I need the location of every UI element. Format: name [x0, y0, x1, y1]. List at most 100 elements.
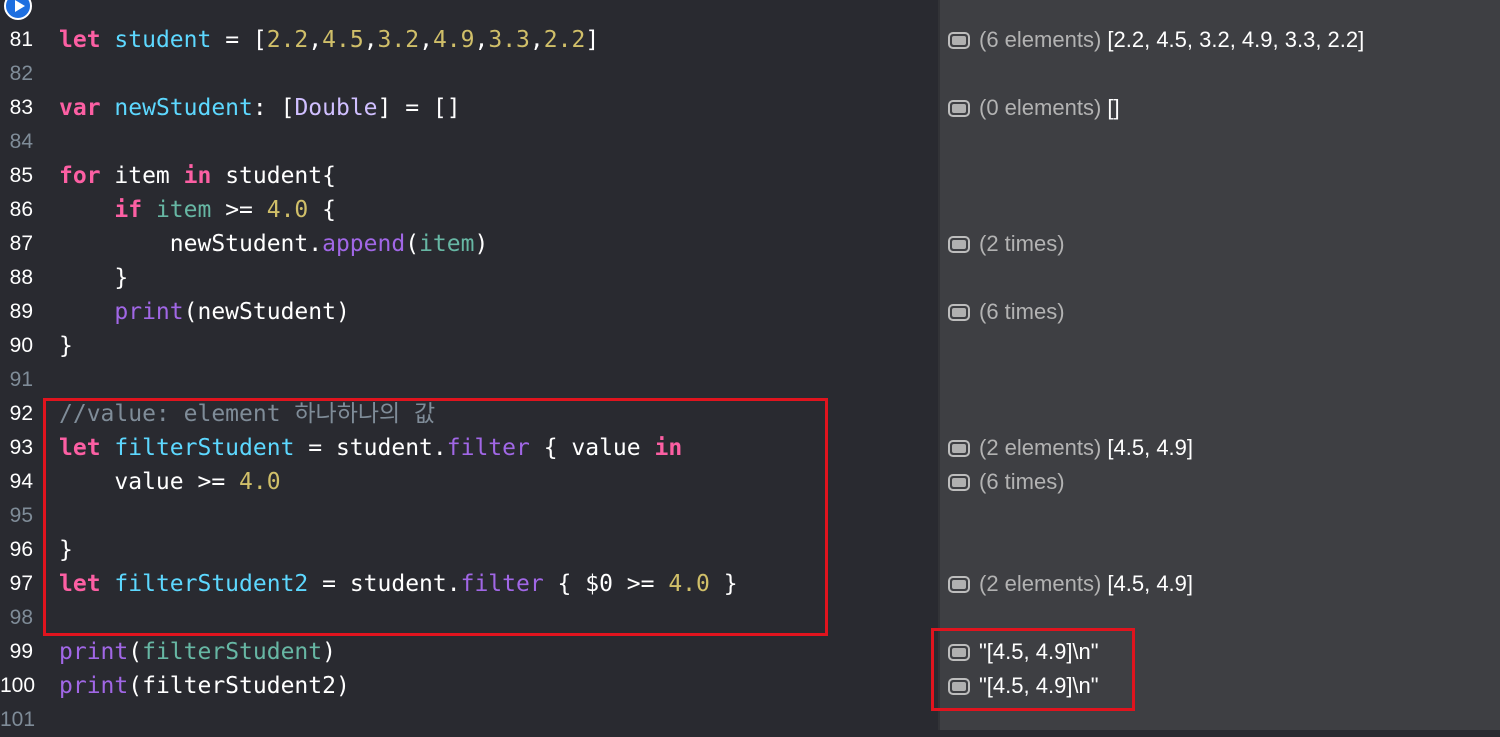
code-text: for item in student{ — [59, 159, 336, 193]
code-token: newStudent — [114, 95, 253, 121]
code-token: ( — [128, 639, 143, 665]
code-token: print — [114, 299, 184, 325]
code-line[interactable]: 91 — [0, 363, 938, 397]
quick-look-icon[interactable] — [948, 439, 970, 457]
line-number: 84 — [9, 130, 33, 153]
code-token: print — [59, 639, 129, 665]
line-number: 93 — [9, 436, 33, 459]
highlight-box-print-results — [931, 628, 1135, 711]
result-item: (0 elements) [] — [948, 91, 1120, 125]
code-token: item — [155, 197, 212, 223]
result-item: (6 elements) [2.2, 4.5, 3.2, 4.9, 3.3, 2… — [948, 23, 1364, 57]
code-text: } — [59, 261, 128, 295]
result-meta: (2 times) — [979, 231, 1065, 256]
code-token: append — [322, 231, 406, 257]
line-number: 100 — [0, 674, 36, 697]
code-token: , — [529, 27, 544, 53]
line-number: 99 — [9, 640, 33, 663]
line-number: 85 — [9, 164, 33, 187]
code-text: let student = [2.2,4.5,3.2,4.9,3.3,2.2] — [59, 23, 599, 57]
code-line[interactable]: 84 — [0, 125, 938, 159]
result-item: (6 times) — [948, 465, 1065, 499]
code-editor[interactable]: 81 let student = [2.2,4.5,3.2,4.9,3.3,2.2… — [0, 0, 938, 731]
code-line[interactable]: 82 — [0, 57, 938, 91]
code-line[interactable]: 99 print(filterStudent) — [0, 635, 938, 669]
code-text: print(filterStudent) — [59, 635, 336, 669]
result-item: (2 elements) [4.5, 4.9] — [948, 567, 1193, 601]
result-meta: (6 times) — [979, 299, 1065, 324]
code-line[interactable]: 83 var newStudent: [Double] = [] — [0, 91, 938, 125]
result-value: [] — [1101, 95, 1120, 120]
code-token: student{ — [211, 163, 336, 189]
code-token: filterStudent — [142, 639, 323, 665]
code-token: ) — [322, 639, 336, 665]
code-token: ] — [585, 27, 600, 53]
line-number: 90 — [9, 334, 33, 357]
code-token: 4.5 — [322, 27, 364, 53]
result-meta: (2 elements) — [979, 571, 1102, 596]
code-text: print(newStudent) — [59, 295, 350, 329]
code-token: for — [59, 163, 101, 189]
code-token: item — [100, 163, 184, 189]
highlight-box-filter-code — [43, 398, 828, 636]
code-token: } — [59, 265, 129, 291]
code-token: : [ — [252, 95, 295, 121]
result-value: [4.5, 4.9] — [1101, 435, 1194, 460]
code-token: 3.3 — [488, 27, 530, 53]
code-line[interactable]: 101 — [0, 703, 938, 737]
line-number: 87 — [9, 232, 33, 255]
quick-look-icon[interactable] — [948, 99, 970, 117]
code-line[interactable]: 89 print(newStudent) — [0, 295, 938, 329]
code-line[interactable]: 87 newStudent.append(item) — [0, 227, 938, 261]
code-token: student — [114, 27, 212, 53]
code-token: item — [419, 231, 475, 257]
code-token: 2.2 — [543, 27, 586, 53]
code-token: 2.2 — [266, 27, 309, 53]
line-number: 86 — [9, 198, 33, 221]
code-text: var newStudent: [Double] = [] — [59, 91, 461, 125]
line-number: 97 — [9, 572, 33, 595]
code-token: >= — [211, 197, 267, 223]
line-number: 83 — [9, 96, 33, 119]
code-token: , — [419, 27, 433, 53]
line-number: 98 — [9, 606, 33, 629]
code-line[interactable]: 88 } — [0, 261, 938, 295]
quick-look-icon[interactable] — [948, 473, 970, 491]
code-line[interactable]: 85 for item in student{ — [0, 159, 938, 193]
code-line[interactable]: 86 if item >= 4.0 { — [0, 193, 938, 227]
quick-look-icon[interactable] — [948, 575, 970, 593]
result-value: [2.2, 4.5, 3.2, 4.9, 3.3, 2.2] — [1101, 27, 1365, 52]
result-item: (2 elements) [4.5, 4.9] — [948, 431, 1193, 465]
code-token: in — [183, 163, 212, 189]
code-token: if — [114, 197, 143, 223]
result-item: (2 times) — [948, 227, 1065, 261]
code-token: 3.2 — [377, 27, 420, 53]
code-token: , — [363, 27, 378, 53]
line-number: 89 — [9, 300, 33, 323]
code-token: let — [59, 27, 101, 53]
code-token: (newStudent) — [183, 299, 350, 325]
code-line[interactable]: 100 print(filterStudent2) — [0, 669, 938, 703]
code-token: Double — [294, 95, 378, 121]
code-token: print — [59, 673, 129, 699]
code-token: ) — [474, 231, 489, 257]
code-text: print(filterStudent2) — [59, 669, 350, 703]
line-number: 88 — [9, 266, 33, 289]
line-number: 95 — [9, 504, 33, 527]
quick-look-icon[interactable] — [948, 31, 970, 49]
quick-look-icon[interactable] — [948, 303, 970, 321]
code-text: } — [59, 329, 73, 363]
play-icon[interactable] — [4, 0, 32, 20]
code-token: newStudent. — [59, 231, 323, 257]
code-line[interactable]: 81 let student = [2.2,4.5,3.2,4.9,3.3,2.2… — [0, 23, 938, 57]
result-meta: (6 elements) — [979, 27, 1102, 52]
code-token: , — [308, 27, 323, 53]
code-token: ( — [405, 231, 420, 257]
result-meta: (6 times) — [979, 469, 1065, 494]
quick-look-icon[interactable] — [948, 235, 970, 253]
code-line[interactable]: 90} — [0, 329, 938, 363]
